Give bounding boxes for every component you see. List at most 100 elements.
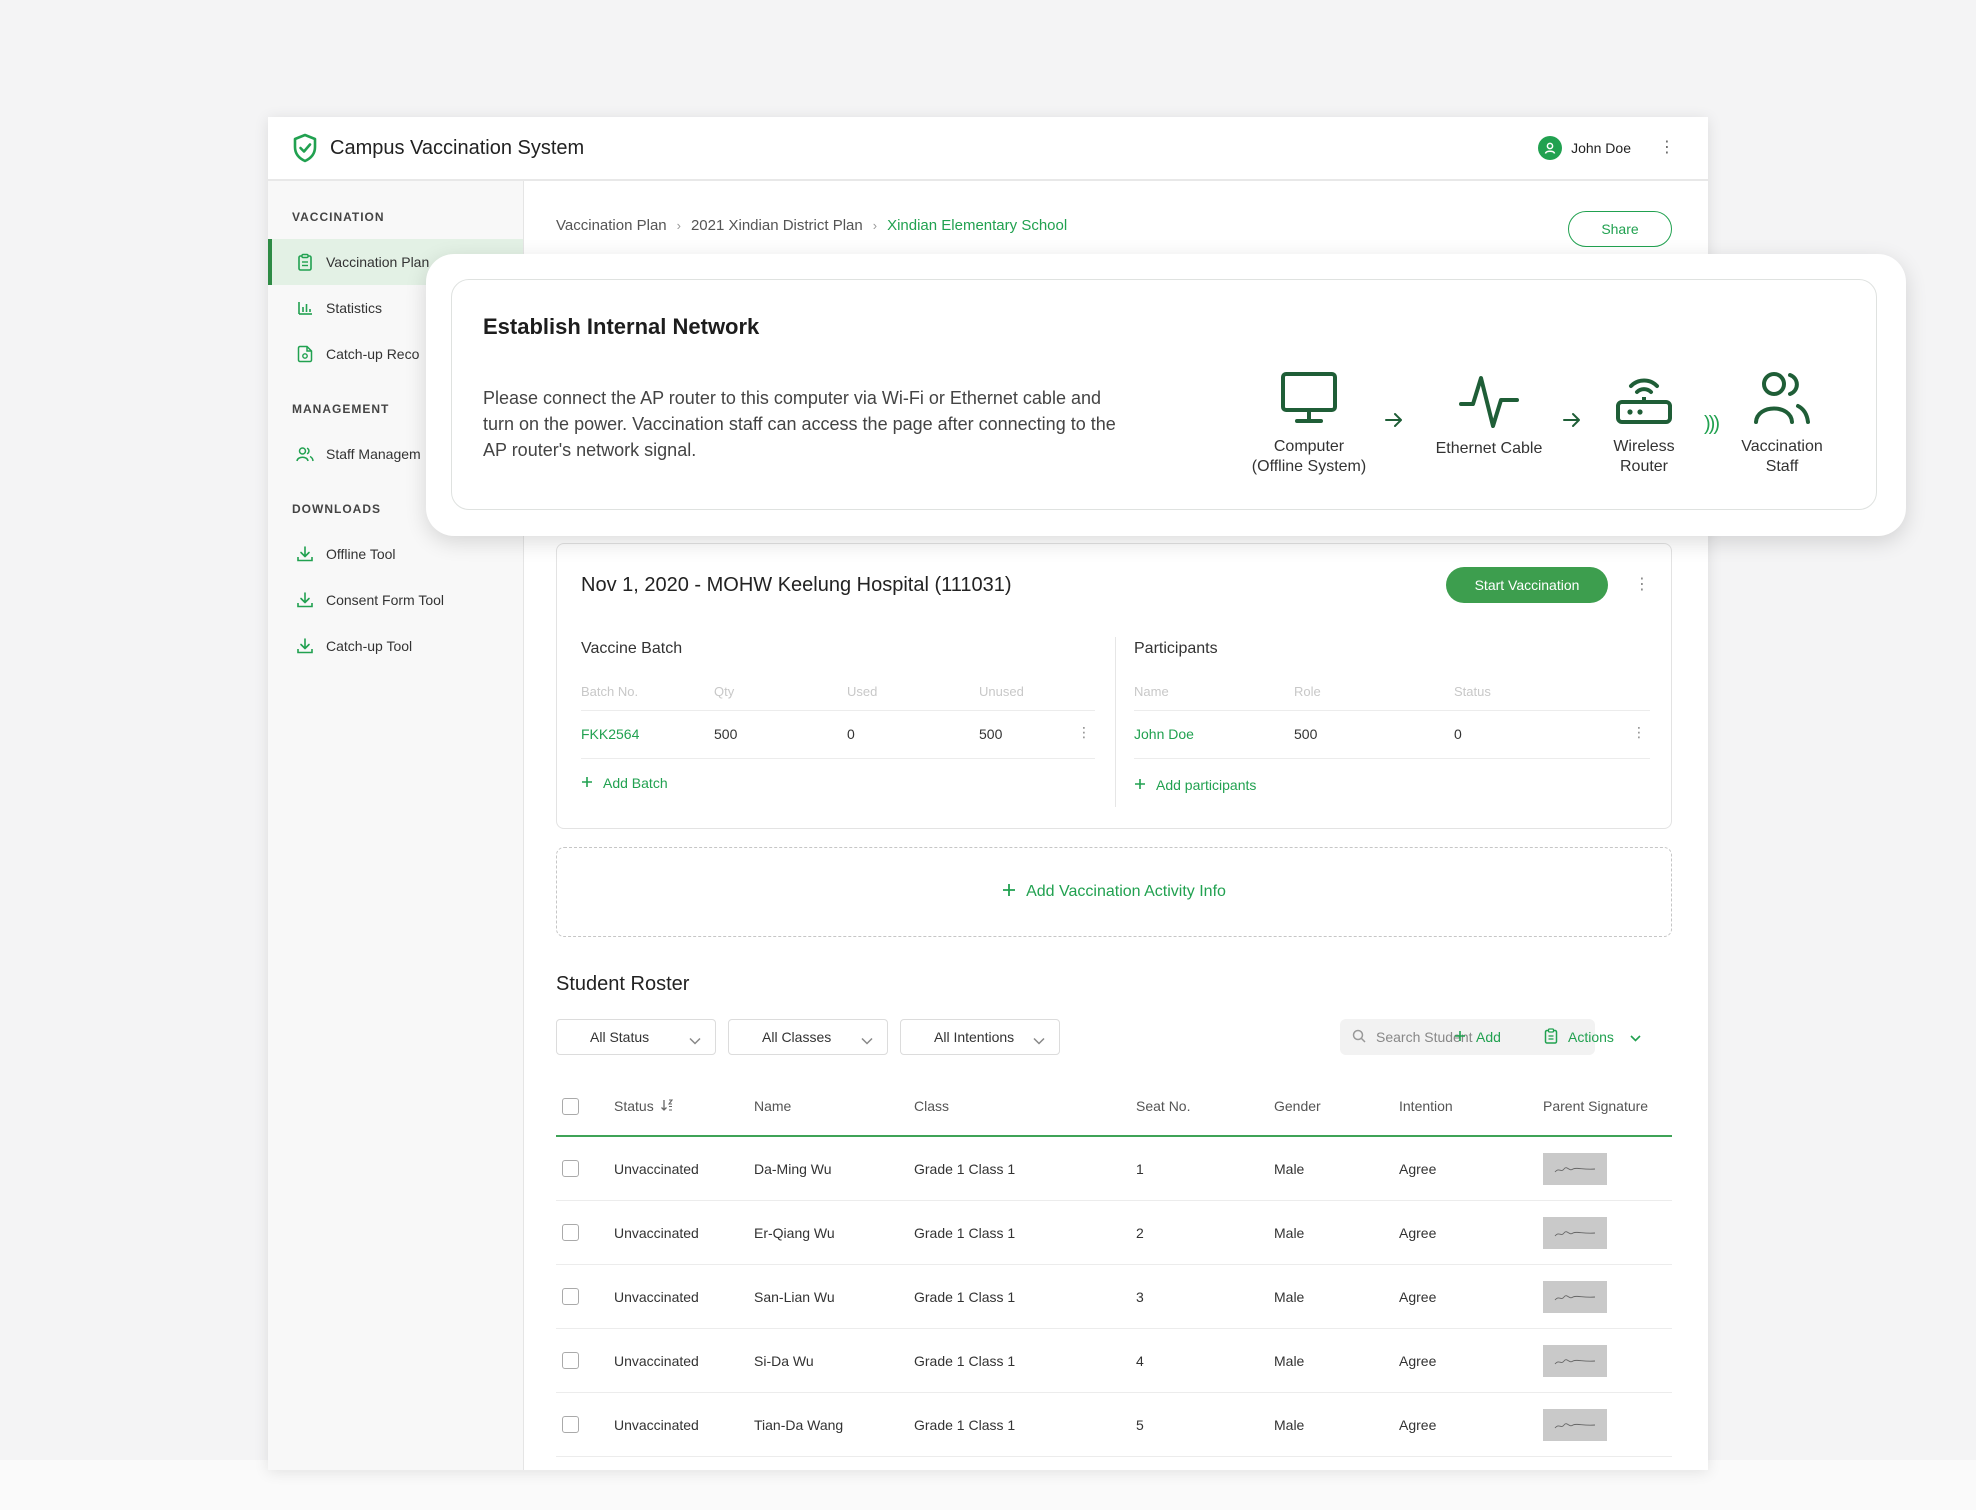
more-vertical-icon[interactable]: ⋮	[1659, 140, 1675, 156]
cell-class: Grade 1 Class 1	[914, 1288, 1016, 1305]
cell-intention: Agree	[1399, 1224, 1437, 1241]
table-row[interactable]: Unvaccinated San-Lian Wu Grade 1 Class 1…	[556, 1265, 1672, 1329]
cell-class: Grade 1 Class 1	[914, 1160, 1016, 1177]
divider	[581, 758, 1095, 759]
participant-name[interactable]: John Doe	[1134, 726, 1194, 742]
flow-label-line1: Ethernet Cable	[1435, 440, 1543, 457]
chevron-down-icon	[1033, 1032, 1045, 1048]
signal-waves-icon: )))	[1704, 413, 1720, 435]
clipboard-icon	[1544, 1027, 1558, 1047]
cell-name: San-Lian Wu	[754, 1288, 835, 1305]
activity-title: Nov 1, 2020 - MOHW Keelung Hospital (111…	[581, 574, 1012, 596]
table-row[interactable]: Unvaccinated Er-Qiang Wu Grade 1 Class 1…	[556, 1201, 1672, 1265]
breadcrumb-item-district-plan[interactable]: 2021 Xindian District Plan	[691, 217, 863, 234]
table-row-partial	[556, 1457, 1672, 1470]
sidebar-item-offline-tool[interactable]: Offline Tool	[268, 531, 523, 577]
chevron-right-icon: ›	[872, 218, 878, 233]
plus-icon	[1454, 1029, 1466, 1045]
participant-status: 0	[1454, 726, 1462, 742]
add-student-button[interactable]: Add	[1454, 1019, 1501, 1055]
sidebar-item-consent-form-tool[interactable]: Consent Form Tool	[268, 577, 523, 623]
table-row[interactable]: Unvaccinated Tian-Da Wang Grade 1 Class …	[556, 1393, 1672, 1457]
breadcrumb-item-vaccination-plan[interactable]: Vaccination Plan	[556, 217, 667, 234]
add-batch-button[interactable]: Add Batch	[581, 775, 668, 791]
download-icon	[296, 591, 314, 609]
download-icon	[296, 637, 314, 655]
download-icon	[296, 545, 314, 563]
arrow-right-icon	[1384, 412, 1404, 433]
sort-icon[interactable]	[660, 1098, 674, 1115]
flow-label-line1: Vaccination	[1741, 438, 1823, 455]
add-participants-button[interactable]: Add participants	[1134, 777, 1256, 793]
signature-image[interactable]	[1543, 1152, 1607, 1185]
row-checkbox[interactable]	[562, 1416, 579, 1433]
batch-unused: 500	[979, 726, 1003, 742]
batch-used: 0	[847, 726, 855, 742]
add-batch-label: Add Batch	[603, 775, 668, 791]
plus-icon	[1134, 777, 1146, 793]
class-filter-value: All Classes	[762, 1029, 832, 1045]
user-name[interactable]: John Doe	[1571, 140, 1631, 156]
sidebar-item-label: Catch-up Tool	[326, 638, 413, 654]
vaccine-batch-title: Vaccine Batch	[581, 640, 683, 657]
row-checkbox[interactable]	[562, 1160, 579, 1177]
actions-dropdown-button[interactable]: Actions	[1544, 1019, 1641, 1055]
participants-header-role: Role	[1294, 684, 1321, 699]
signature-image[interactable]	[1543, 1280, 1607, 1313]
roster-title: Student Roster	[556, 973, 690, 995]
batch-header-batch-no: Batch No.	[581, 684, 639, 699]
table-header-row: Status Name Class Seat No. Gender Intent…	[556, 1077, 1672, 1137]
cell-class: Grade 1 Class 1	[914, 1224, 1016, 1241]
flow-step-ethernet-cable: Ethernet Cable	[1424, 370, 1554, 459]
panel-divider	[1115, 637, 1116, 807]
sidebar-item-label: Consent Form Tool	[326, 592, 445, 608]
monitor-icon	[1279, 370, 1339, 431]
app-title: Campus Vaccination System	[330, 136, 585, 159]
search-icon	[1352, 1029, 1366, 1046]
signature-image[interactable]	[1543, 1408, 1607, 1441]
signature-image[interactable]	[1543, 1344, 1607, 1377]
more-vertical-icon[interactable]: ⋮	[1634, 574, 1650, 594]
row-checkbox[interactable]	[562, 1352, 579, 1369]
cell-seat: 2	[1136, 1224, 1144, 1241]
shield-check-icon	[292, 133, 318, 163]
arrow-right-icon	[1562, 412, 1582, 433]
table-row[interactable]: Unvaccinated Si-Da Wu Grade 1 Class 1 4 …	[556, 1329, 1672, 1393]
vaccination-activity-card: Nov 1, 2020 - MOHW Keelung Hospital (111…	[556, 543, 1672, 829]
plus-icon	[1002, 883, 1016, 902]
cell-name: Da-Ming Wu	[754, 1160, 832, 1177]
pulse-icon	[1459, 370, 1519, 437]
start-vaccination-button[interactable]: Start Vaccination	[1446, 567, 1608, 603]
row-checkbox[interactable]	[562, 1224, 579, 1241]
divider	[1134, 758, 1650, 759]
add-vaccination-activity-button[interactable]: Add Vaccination Activity Info	[556, 847, 1672, 937]
add-participants-label: Add participants	[1156, 777, 1257, 793]
cell-seat: 1	[1136, 1160, 1144, 1177]
cell-gender: Male	[1274, 1160, 1305, 1177]
sidebar-item-label: Statistics	[326, 300, 383, 316]
status-filter-dropdown[interactable]: All Status	[556, 1019, 716, 1055]
table-row[interactable]: Unvaccinated Da-Ming Wu Grade 1 Class 1 …	[556, 1137, 1672, 1201]
flow-label-line1: Computer	[1273, 438, 1345, 455]
signature-image[interactable]	[1543, 1216, 1607, 1249]
bar-chart-icon	[296, 299, 314, 317]
user-avatar[interactable]	[1538, 136, 1563, 160]
more-vertical-icon[interactable]: ⋮	[1632, 724, 1646, 741]
class-filter-dropdown[interactable]: All Classes	[728, 1019, 888, 1055]
plus-icon	[581, 775, 593, 791]
sidebar-item-label: Catch-up Reco	[326, 346, 420, 362]
share-button[interactable]: Share	[1568, 211, 1672, 247]
header-status[interactable]: Status	[614, 1098, 654, 1114]
users-icon	[296, 445, 314, 463]
row-checkbox[interactable]	[562, 1288, 579, 1305]
select-all-checkbox[interactable]	[562, 1097, 579, 1115]
cell-intention: Agree	[1399, 1160, 1437, 1177]
users-icon	[1752, 370, 1812, 431]
cell-name: Tian-Da Wang	[754, 1416, 844, 1433]
sidebar-item-catch-up-tool[interactable]: Catch-up Tool	[268, 623, 523, 669]
intention-filter-dropdown[interactable]: All Intentions	[900, 1019, 1060, 1055]
chevron-down-icon	[861, 1032, 873, 1048]
more-vertical-icon[interactable]: ⋮	[1077, 724, 1091, 741]
cell-name: Er-Qiang Wu	[754, 1224, 835, 1241]
batch-no[interactable]: FKK2564	[581, 726, 639, 742]
